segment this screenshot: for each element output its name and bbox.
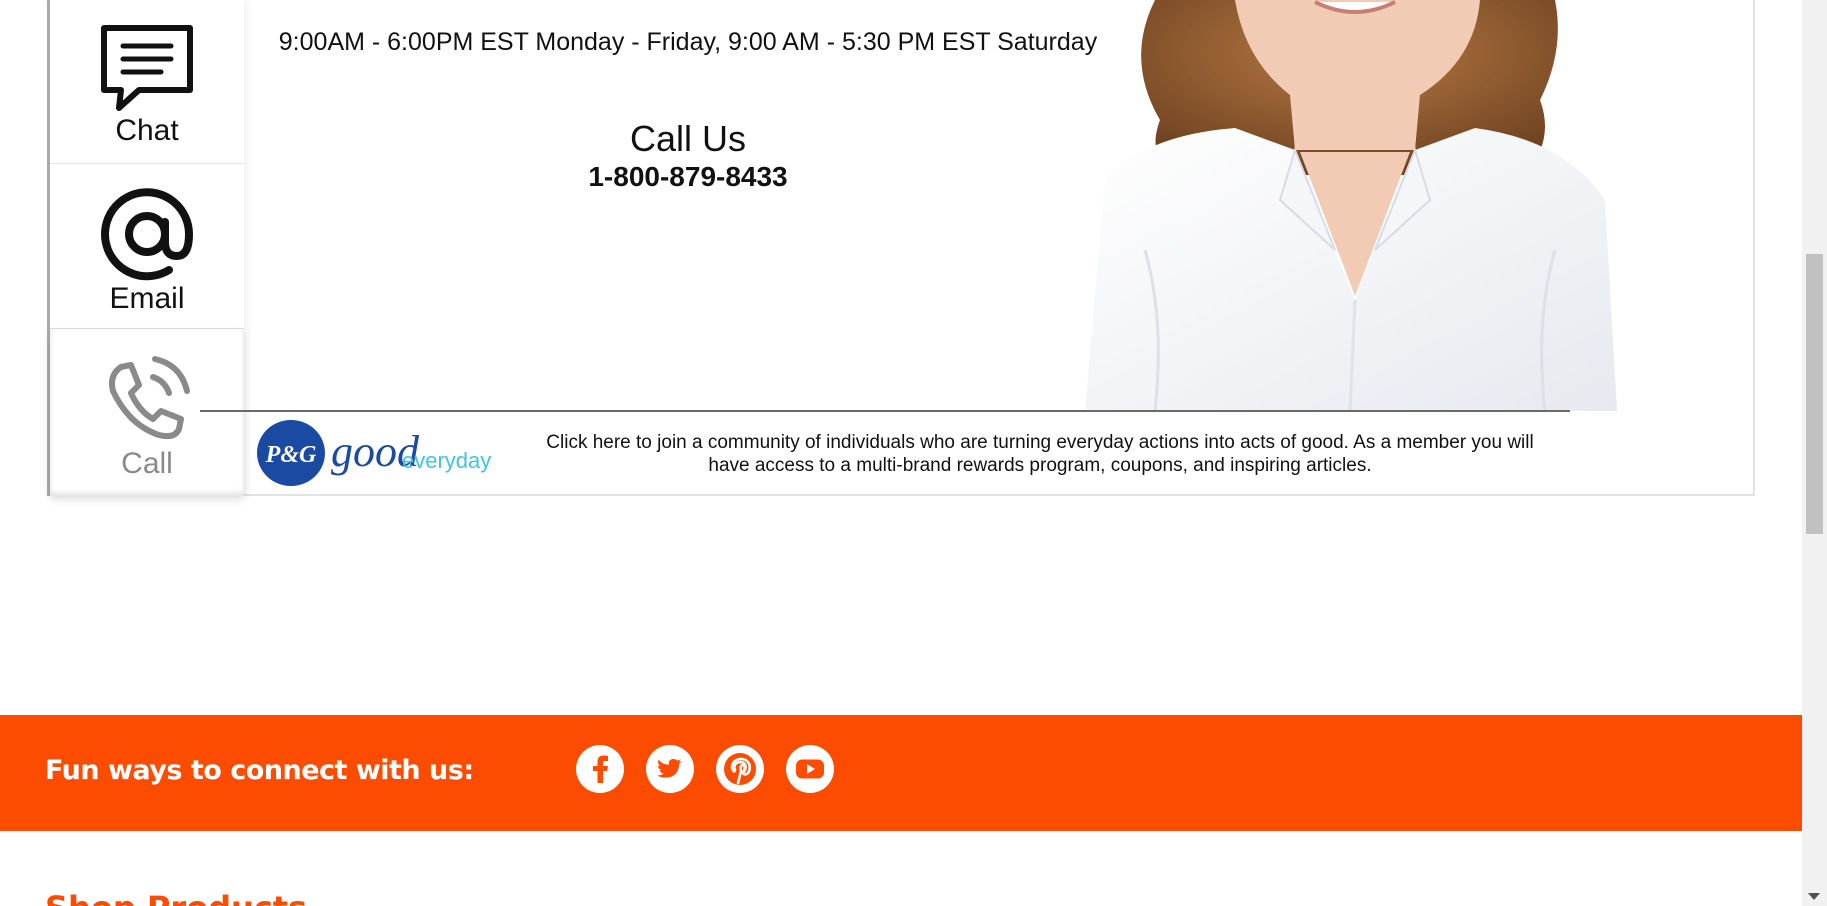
contact-method-tabs: Chat Email Call bbox=[47, 0, 244, 496]
scrollbar-thumb[interactable] bbox=[1806, 254, 1823, 534]
at-sign-icon bbox=[101, 188, 194, 281]
tab-email[interactable]: Email bbox=[50, 164, 244, 329]
page: Chat Email Call 9:00AM - 6:00PM EST Mond… bbox=[0, 0, 1827, 906]
scroll-down-arrow-icon[interactable] bbox=[1808, 893, 1820, 900]
call-us-heading: Call Us bbox=[629, 118, 746, 159]
tab-email-label: Email bbox=[109, 282, 185, 315]
tab-chat-label: Chat bbox=[115, 114, 179, 147]
phone-icon bbox=[109, 356, 190, 440]
tab-call[interactable]: Call bbox=[50, 329, 244, 496]
social-heading: Fun ways to connect with us: bbox=[45, 755, 474, 786]
youtube-icon[interactable] bbox=[786, 745, 834, 793]
pg-good-everyday-link-text[interactable]: Click here to join a community of indivi… bbox=[530, 431, 1550, 477]
pinterest-icon[interactable] bbox=[716, 745, 764, 793]
social-connect-bar: Fun ways to connect with us: bbox=[0, 715, 1802, 831]
support-agent-photo bbox=[1085, 0, 1617, 411]
pg-good-everyday-logo[interactable]: P&G good everyday bbox=[257, 410, 497, 490]
tab-call-label: Call bbox=[121, 447, 173, 480]
page-scrollbar[interactable] bbox=[1802, 0, 1827, 906]
tab-chat[interactable]: Chat bbox=[50, 0, 244, 164]
phone-number[interactable]: 1-800-879-8433 bbox=[262, 160, 1114, 194]
twitter-icon[interactable] bbox=[646, 745, 694, 793]
shop-products-heading: Shop Products bbox=[45, 888, 307, 906]
support-hours: 9:00AM - 6:00PM EST Monday - Friday, 9:0… bbox=[278, 28, 1098, 56]
chat-bubble-icon bbox=[101, 25, 193, 111]
pg-logo-word: everyday bbox=[402, 448, 491, 473]
pg-logo-brand: P&G bbox=[265, 442, 317, 468]
facebook-icon[interactable] bbox=[576, 745, 624, 793]
